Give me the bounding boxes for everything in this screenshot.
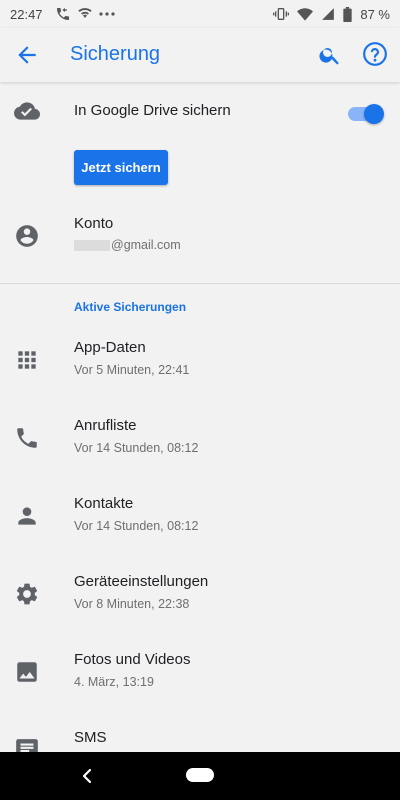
search-icon[interactable]	[318, 43, 342, 67]
status-bar: 22:47 87 %	[0, 0, 400, 28]
section-header: Aktive Sicherungen	[74, 300, 187, 314]
backup-now-button[interactable]: Jetzt sichern	[74, 150, 168, 185]
item-time: 4. März, 13:19	[74, 675, 154, 689]
message-icon	[16, 739, 38, 752]
wifi-icon	[297, 8, 314, 21]
item-label: SMS	[74, 729, 107, 746]
divider	[0, 283, 400, 284]
backup-toggle[interactable]	[348, 104, 384, 124]
status-notification-icons	[55, 6, 115, 22]
item-time: Vor 14 Stunden, 08:12	[74, 441, 199, 455]
list-item-call-log[interactable]: Anrufliste Vor 14 Stunden, 08:12	[0, 413, 400, 473]
person-icon	[18, 507, 36, 525]
list-item-sms[interactable]: SMS	[0, 725, 400, 752]
settings-gear-icon	[16, 583, 38, 605]
account-email-domain: @gmail.com	[111, 238, 181, 252]
item-label: Anrufliste	[74, 417, 137, 434]
backup-label: In Google Drive sichern	[74, 102, 231, 119]
backup-toggle-row[interactable]: In Google Drive sichern	[0, 92, 400, 132]
list-item-app-data[interactable]: App-Daten Vor 5 Minuten, 22:41	[0, 335, 400, 395]
item-time: Vor 14 Stunden, 08:12	[74, 519, 199, 533]
list-item-photos-videos[interactable]: Fotos und Videos 4. März, 13:19	[0, 647, 400, 707]
redacted-username	[74, 240, 110, 252]
system-nav-bar	[0, 752, 400, 800]
list-item-device-settings[interactable]: Geräteeinstellungen Vor 8 Minuten, 22:38	[0, 569, 400, 629]
account-row[interactable]: Konto @gmail.com	[0, 210, 400, 270]
app-bar: Sicherung	[0, 28, 400, 82]
image-icon	[17, 662, 37, 682]
item-label: Kontakte	[74, 495, 134, 512]
signal-icon	[322, 8, 335, 20]
account-label: Konto	[74, 215, 114, 232]
back-arrow-icon[interactable]	[14, 42, 40, 68]
help-icon[interactable]	[362, 41, 388, 67]
item-label: App-Daten	[74, 339, 146, 356]
item-label: Geräteeinstellungen	[74, 573, 209, 590]
item-time: Vor 5 Minuten, 22:41	[74, 363, 190, 377]
toggle-thumb	[364, 104, 384, 124]
phone-icon	[17, 428, 37, 448]
status-system-icons: 87 %	[273, 6, 390, 22]
account-circle-icon	[16, 225, 38, 247]
battery-level: 87 %	[360, 6, 390, 22]
nav-back-icon[interactable]	[78, 766, 96, 786]
call-forward-icon	[57, 8, 69, 20]
more-notifications-icon	[99, 12, 115, 16]
cloud-done-icon	[14, 102, 40, 120]
apps-grid-icon	[18, 351, 36, 369]
nav-home-button[interactable]	[186, 768, 214, 782]
page-title: Sicherung	[70, 43, 161, 65]
vibrate-icon	[273, 8, 290, 20]
wifi-call-icon	[78, 8, 92, 18]
list-item-contacts[interactable]: Kontakte Vor 14 Stunden, 08:12	[0, 491, 400, 551]
item-time: Vor 8 Minuten, 22:38	[74, 597, 190, 611]
item-label: Fotos und Videos	[74, 651, 191, 668]
account-email: @gmail.com	[74, 238, 181, 252]
battery-icon	[343, 6, 353, 22]
status-time: 22:47	[10, 7, 43, 22]
